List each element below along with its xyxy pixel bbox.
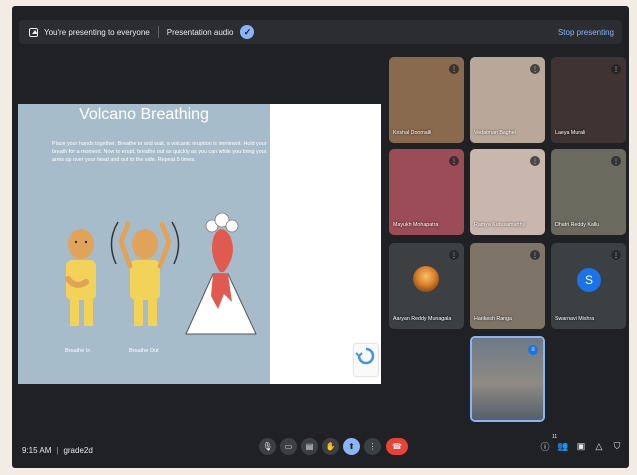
chat-icon[interactable]: ▣ [575, 440, 587, 452]
volcano-illustration [185, 212, 257, 335]
participant-avatar: S [577, 268, 601, 292]
mic-muted-icon: ⋮ [530, 156, 540, 166]
camera-button[interactable]: ▭ [280, 438, 297, 455]
participant-tile[interactable]: ⋮ Krishal Doomalli [389, 57, 464, 143]
breathe-in-caption: Breathe In [65, 348, 91, 354]
activities-icon[interactable]: △ [593, 440, 605, 452]
breathe-out-figure [110, 221, 180, 326]
mic-muted-icon: ⋮ [611, 156, 621, 166]
participant-tile[interactable]: ⋮ Laeya Murali [551, 57, 626, 143]
participant-name: Dhatri Reddy Kallu [555, 222, 600, 228]
participant-avatar [413, 266, 439, 292]
stop-presenting-button[interactable]: Stop presenting [558, 28, 614, 37]
people-icon[interactable]: 👥 [557, 440, 569, 452]
participant-name: Swarnavi Mishra [555, 316, 595, 322]
participant-name: Mayukh Mohapatra [393, 222, 439, 228]
more-options-button[interactable]: ⋮ [364, 438, 381, 455]
leave-call-button[interactable]: ☎ [386, 438, 408, 455]
slide-illustration [65, 212, 257, 335]
host-controls-icon[interactable]: ⛉ [611, 440, 623, 452]
participant-name: Laeya Murali [555, 130, 586, 136]
raise-hand-button[interactable]: ✋ [322, 438, 339, 455]
presentation-audio-toggle[interactable]: ✓ [240, 25, 255, 39]
slide: Volcano Breathing Place your hands toget… [18, 104, 270, 384]
microphone-button[interactable]: 🎙 [259, 438, 276, 455]
meeting-separator: | [56, 446, 59, 455]
breathe-in-figure [65, 229, 96, 326]
participant-name: Ramya Kurusamurthy [474, 222, 526, 228]
breathe-out-caption: Breathe Out [129, 348, 159, 354]
bottom-bar: 9:15 AM | grade2d 🎙 ▭ ▤ ✋ ⬆ ⋮ ☎ ⓘ 11 👥 ▣… [12, 433, 629, 468]
mic-muted-icon: ⋮ [530, 64, 540, 74]
presenting-status-text: You're presenting to everyone [44, 27, 150, 37]
meet-window: You're presenting to everyone Presentati… [12, 6, 629, 468]
meeting-time: 9:15 AM [22, 446, 52, 455]
captions-button[interactable]: ▤ [301, 438, 318, 455]
participant-tile[interactable]: ⋮ Aaryan Reddy Munagala [389, 243, 464, 329]
mic-muted-icon: ⋮ [449, 64, 459, 74]
mic-muted-icon: ⋮ [611, 64, 621, 74]
mic-muted-icon: ⋮ [449, 156, 459, 166]
participant-tile[interactable]: ⋮ Harikesh Ranga [470, 243, 545, 329]
mic-muted-icon: ⋮ [611, 250, 621, 260]
participant-name: Harikesh Ranga [474, 316, 512, 322]
present-now-button[interactable]: ⬆ [343, 438, 360, 455]
shared-screen: Volcano Breathing Place your hands toget… [18, 104, 381, 384]
speaking-indicator-icon: ≡ [528, 345, 538, 355]
meeting-code: grade2d [63, 446, 93, 455]
banner-divider [157, 26, 159, 38]
mic-muted-icon: ⋮ [530, 250, 540, 260]
meeting-details-icon[interactable]: ⓘ [539, 440, 551, 452]
presentation-audio-label: Presentation audio [166, 27, 234, 37]
participant-name: Krishal Doomalli [393, 130, 432, 136]
present-screen-icon [29, 27, 38, 37]
participant-name: Aaryan Reddy Munagala [393, 316, 452, 322]
recaptcha-badge[interactable] [354, 344, 378, 376]
self-view-tile[interactable]: ≡ [470, 336, 545, 422]
mic-muted-icon: ⋮ [449, 250, 459, 260]
participant-tile[interactable]: S ⋮ Swarnavi Mishra [551, 243, 626, 329]
participant-tile[interactable]: ⋮ Ramya Kurusamurthy [470, 149, 545, 235]
participant-tile[interactable]: ⋮ Vedatman Baghel [470, 57, 545, 143]
presenting-banner: You're presenting to everyone Presentati… [19, 20, 622, 44]
participant-tile[interactable]: ⋮ Dhatri Reddy Kallu [551, 149, 626, 235]
participant-tile[interactable]: ⋮ Mayukh Mohapatra [389, 149, 464, 235]
participant-name: Vedatman Baghel [474, 130, 516, 136]
